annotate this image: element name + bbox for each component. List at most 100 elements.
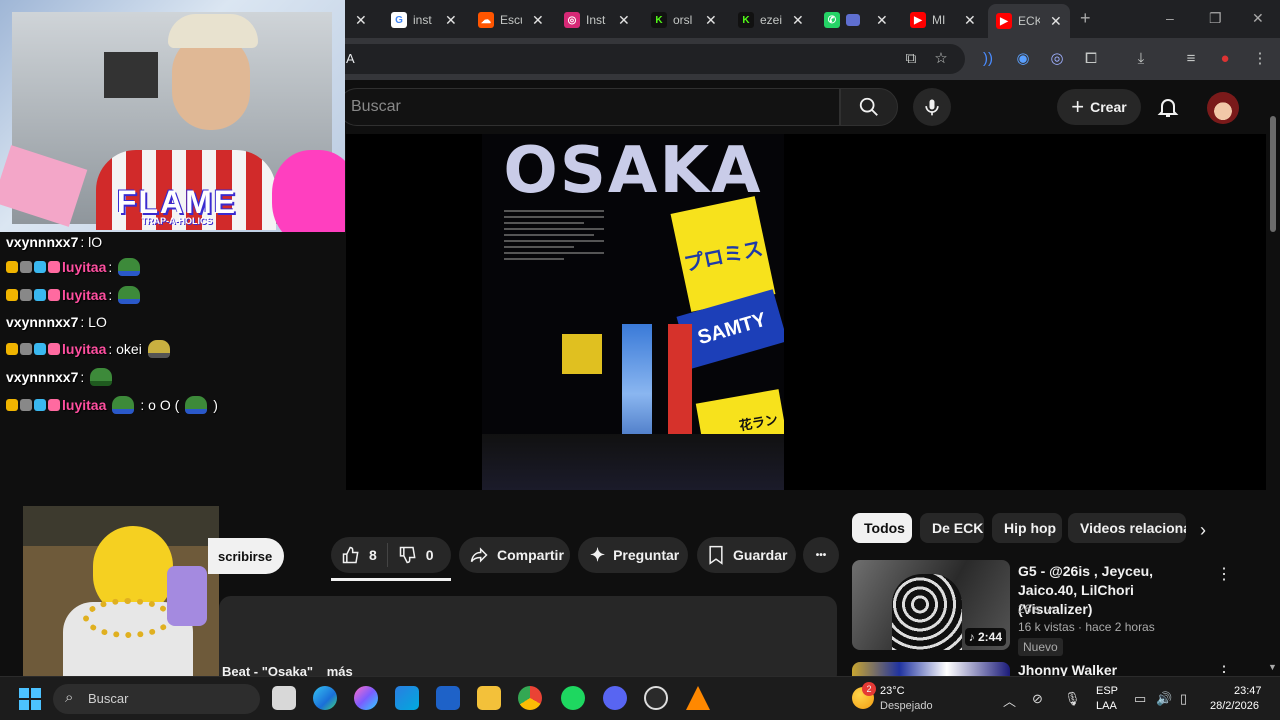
close-icon[interactable]: ✕	[964, 12, 976, 29]
microphone-icon	[925, 99, 939, 116]
chat-username: vxynnnxx7	[6, 369, 79, 385]
share-button[interactable]: Compartir	[459, 537, 570, 573]
close-icon[interactable]: ✕	[705, 12, 717, 29]
ask-button[interactable]: ✦ Preguntar	[578, 537, 688, 573]
volume-icon[interactable]: 🔊	[1156, 691, 1172, 707]
video-cover-art: OSAKA プロミス SAMTY 花ラン	[482, 134, 784, 490]
tray-chevron-icon[interactable]: ︿	[1003, 691, 1016, 710]
weather-temperature[interactable]: 23°C	[880, 685, 905, 697]
tab-close-partial[interactable]: ✕	[345, 6, 367, 34]
badge-icon	[6, 343, 18, 355]
badge-icon	[48, 261, 60, 273]
extensions-puzzle-icon[interactable]: ⧠	[1081, 49, 1101, 69]
keyboard-layout[interactable]: LAA	[1096, 700, 1117, 712]
chevron-right-icon[interactable]: ›	[1200, 520, 1206, 541]
recommended-thumbnail[interactable]	[852, 662, 1010, 676]
display-icon[interactable]: ▭	[1134, 691, 1146, 707]
voice-search-button[interactable]	[913, 88, 951, 126]
chat-username: luyitaa	[62, 397, 107, 413]
close-icon[interactable]: ✕	[618, 12, 630, 29]
sparkle-icon: ✦	[590, 544, 606, 565]
chip-hip-hop[interactable]: Hip hop	[992, 513, 1062, 543]
discord-icon[interactable]	[603, 686, 627, 710]
dislike-button[interactable]: 0	[398, 545, 434, 565]
close-icon[interactable]: ✕	[792, 12, 804, 29]
edge-icon[interactable]	[313, 686, 337, 710]
search-button[interactable]	[840, 88, 898, 126]
scroll-down-arrow-icon[interactable]: ▼	[1268, 662, 1277, 672]
streamer-webcam: FLAME TRAP-A-HOLICS	[0, 0, 345, 232]
chip-all[interactable]: Todos	[852, 513, 912, 543]
chat-message: luyitaa: o O ()	[6, 396, 218, 414]
copilot-icon[interactable]	[354, 686, 378, 710]
thumbs-down-icon	[399, 546, 416, 564]
tab-youtube-mi[interactable]: ▶ MI ✕	[910, 6, 976, 34]
language-indicator[interactable]: ESP	[1096, 685, 1118, 697]
network-off-icon[interactable]: ⊘	[1032, 691, 1043, 707]
taskbar-search[interactable]: ⌕ Buscar	[53, 684, 260, 714]
tab-google[interactable]: G inst ✕	[391, 6, 457, 34]
badge-icon	[6, 399, 18, 411]
chat-username: vxynnnxx7	[6, 234, 79, 250]
microsoft-store-icon[interactable]	[395, 686, 419, 710]
chrome-menu-icon[interactable]: ⋮	[1250, 49, 1270, 69]
create-label: Crear	[1090, 99, 1127, 115]
media-control-icon[interactable]: ≡	[1181, 49, 1201, 69]
kick-icon: K	[651, 12, 667, 28]
download-icon[interactable]: ⤓	[1131, 49, 1151, 69]
tab-kick-1[interactable]: K orsl ✕	[651, 6, 717, 34]
folder-icon[interactable]	[477, 686, 501, 710]
tab-instagram[interactable]: ◎ Inst ✕	[564, 6, 630, 34]
window-close-button[interactable]: ✕	[1252, 10, 1264, 27]
video-menu-icon[interactable]: ⋮	[1216, 564, 1232, 584]
close-icon[interactable]: ✕	[1050, 13, 1062, 30]
close-icon[interactable]: ✕	[445, 12, 457, 29]
weather-condition[interactable]: Despejado	[880, 700, 933, 712]
install-app-icon[interactable]: ⧉	[901, 49, 921, 69]
battery-icon[interactable]: ▯	[1180, 691, 1187, 707]
video-player[interactable]: OSAKA プロミス SAMTY 花ラン	[346, 134, 1266, 490]
outlook-icon[interactable]	[436, 686, 460, 710]
close-icon[interactable]: ✕	[876, 12, 888, 29]
windows-start-icon[interactable]	[19, 688, 41, 710]
tab-whatsapp[interactable]: ✆ ✕	[824, 6, 888, 34]
chat-text: : LO	[80, 314, 107, 330]
notifications-button[interactable]	[1156, 95, 1180, 119]
address-bar[interactable]: A	[300, 44, 965, 74]
subscribe-button[interactable]: scribirse	[208, 538, 284, 574]
account-avatar[interactable]	[1207, 92, 1239, 124]
bookmark-star-icon[interactable]: ☆	[931, 49, 951, 69]
maximize-button[interactable]: ❐	[1209, 10, 1222, 27]
more-actions-button[interactable]: •••	[803, 537, 839, 573]
page-scrollbar[interactable]	[1270, 116, 1276, 232]
tab-soundcloud[interactable]: ☁ Escu ✕	[478, 6, 544, 34]
extension-shield-icon[interactable]: ◉	[1013, 49, 1033, 69]
create-button[interactable]: + Crear	[1057, 89, 1141, 125]
close-icon[interactable]: ✕	[532, 12, 544, 29]
tab-youtube-eck[interactable]: ▶ ECK ✕	[988, 4, 1070, 38]
recommended-thumbnail[interactable]: ♪ 2:44	[852, 560, 1010, 650]
close-icon[interactable]: ✕	[355, 12, 367, 29]
pepe-emote-icon	[185, 396, 208, 414]
obs-icon[interactable]	[644, 686, 668, 710]
recommended-channel[interactable]: 26is ✔	[1018, 602, 1055, 616]
chip-from-eck[interactable]: De ECK	[920, 513, 984, 543]
vlc-icon[interactable]	[686, 686, 710, 710]
search-input[interactable]: Buscar	[338, 88, 840, 126]
spotify-icon[interactable]	[561, 686, 585, 710]
tab-kick-2[interactable]: K ezei ✕	[738, 6, 804, 34]
file-explorer-taskview-icon[interactable]	[272, 686, 296, 710]
save-button[interactable]: Guardar	[697, 537, 796, 573]
chip-related[interactable]: Videos relacionad	[1068, 513, 1186, 543]
chrome-icon[interactable]	[518, 686, 542, 710]
clock-time[interactable]: 23:47	[1234, 685, 1262, 697]
profile-avatar-icon[interactable]: ●	[1215, 49, 1235, 69]
microphone-icon[interactable]: 🎙	[1064, 691, 1081, 707]
extension-audio-icon[interactable]: ))	[978, 49, 998, 69]
extension-lens-icon[interactable]: ◎	[1047, 49, 1067, 69]
clock-date[interactable]: 28/2/2026	[1210, 700, 1259, 712]
stream-chat: vxynnnxx7: lO luyitaa: luyitaa: vxynnnxx…	[0, 232, 340, 422]
like-button[interactable]: 8	[331, 545, 377, 565]
new-tab-button[interactable]: +	[1080, 8, 1091, 29]
minimize-button[interactable]: –	[1166, 10, 1174, 26]
